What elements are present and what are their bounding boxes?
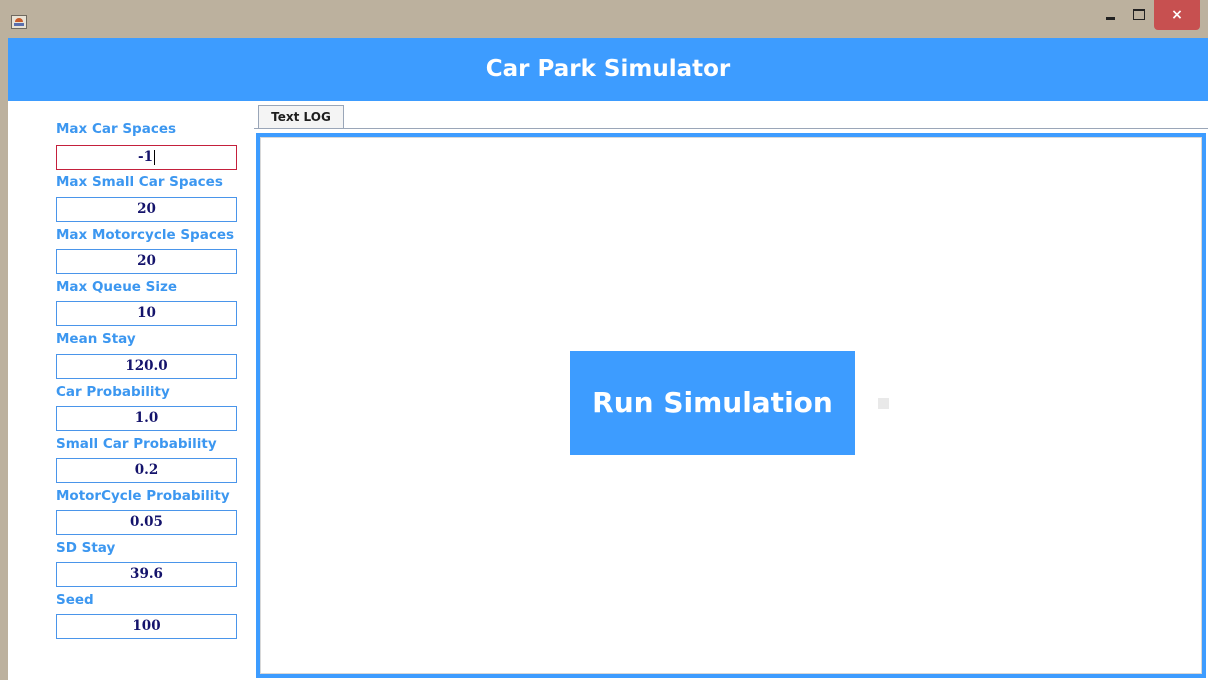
seed-label: Seed: [56, 592, 94, 608]
app-title: Car Park Simulator: [485, 56, 731, 82]
small-square-indicator: [878, 398, 889, 409]
max-queue-size-label: Max Queue Size: [56, 279, 178, 295]
sd-stay-input[interactable]: 39.6: [56, 562, 237, 587]
app-header: Car Park Simulator: [8, 38, 1208, 101]
max-car-spaces-value: -1: [138, 149, 153, 165]
max-small-car-spaces-label: Max Small Car Spaces: [56, 174, 223, 190]
text-caret: [154, 150, 155, 165]
run-simulation-button[interactable]: Run Simulation: [570, 351, 855, 455]
mean-stay-label: Mean Stay: [56, 331, 136, 347]
max-car-spaces-label: Max Car Spaces: [56, 121, 177, 137]
car-probability-input[interactable]: 1.0: [56, 406, 237, 431]
tab-text-log[interactable]: Text LOG: [258, 105, 344, 129]
sd-stay-label: SD Stay: [56, 540, 116, 556]
small-car-probability-input[interactable]: 0.2: [56, 458, 237, 483]
window-titlebar: [0, 0, 1208, 38]
motorcycle-probability-label: MotorCycle Probability: [56, 488, 230, 504]
java-app-icon[interactable]: [11, 15, 27, 29]
max-motorcycle-spaces-label: Max Motorcycle Spaces: [56, 227, 235, 243]
small-car-probability-label: Small Car Probability: [56, 436, 217, 452]
max-queue-size-input[interactable]: 10: [56, 301, 237, 326]
max-small-car-spaces-input[interactable]: 20: [56, 197, 237, 222]
tab-strip-border: [254, 128, 1208, 129]
car-probability-label: Car Probability: [56, 384, 170, 400]
close-button[interactable]: ×: [1154, 0, 1200, 30]
maximize-button[interactable]: [1126, 0, 1152, 28]
max-motorcycle-spaces-input[interactable]: 20: [56, 249, 237, 274]
seed-input[interactable]: 100: [56, 614, 237, 639]
max-car-spaces-input[interactable]: -1: [56, 145, 237, 170]
motorcycle-probability-input[interactable]: 0.05: [56, 510, 237, 535]
mean-stay-input[interactable]: 120.0: [56, 354, 237, 379]
minimize-button[interactable]: [1098, 0, 1124, 28]
